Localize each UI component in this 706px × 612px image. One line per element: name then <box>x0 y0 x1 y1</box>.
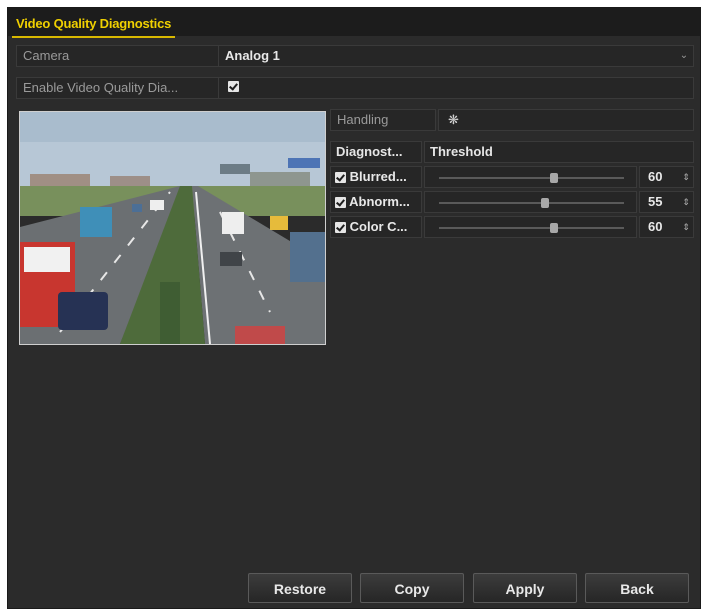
threshold-value-box[interactable]: 55 ⇕ <box>639 191 694 213</box>
copy-button[interactable]: Copy <box>360 573 464 603</box>
color-cast-label: Color C... <box>349 219 408 234</box>
header-threshold: Threshold <box>424 141 694 163</box>
tab-video-quality-diagnostics[interactable]: Video Quality Diagnostics <box>12 14 176 38</box>
handling-label: Handling <box>337 112 389 127</box>
diagnostic-row-name: Blurred... <box>330 166 422 188</box>
header-diagnostics: Diagnost... <box>330 141 422 163</box>
title-bar: Video Quality Diagnostics <box>8 8 700 38</box>
camera-select[interactable]: Analog 1 <box>225 46 665 66</box>
back-button[interactable]: Back <box>585 573 689 603</box>
slider-handle[interactable] <box>550 173 558 183</box>
threshold-slider[interactable] <box>424 191 637 213</box>
header-diagnostics-label: Diagnost... <box>336 144 403 159</box>
gear-icon[interactable]: ❋ <box>448 111 459 129</box>
apply-button[interactable]: Apply <box>473 573 577 603</box>
threshold-value-box[interactable]: 60 ⇕ <box>639 216 694 238</box>
slider-handle[interactable] <box>541 198 549 208</box>
camera-preview-image <box>19 111 326 345</box>
blurred-checkbox[interactable] <box>335 172 346 184</box>
threshold-value[interactable]: 60 <box>648 217 662 237</box>
camera-row: Camera Analog 1 ⌄ <box>16 45 694 67</box>
spinner-arrows-icon[interactable]: ⇕ <box>681 167 691 187</box>
spinner-arrows-icon[interactable]: ⇕ <box>681 192 691 212</box>
diagnostic-row-name: Abnorm... <box>330 191 422 213</box>
header-threshold-label: Threshold <box>430 144 493 159</box>
enable-label: Enable Video Quality Dia... <box>17 78 219 98</box>
video-quality-diagnostics-window: Video Quality Diagnostics Camera Analog … <box>7 7 701 609</box>
slider-track[interactable] <box>439 227 624 229</box>
slider-track[interactable] <box>439 202 624 204</box>
slider-track[interactable] <box>439 177 624 179</box>
camera-label: Camera <box>17 46 219 66</box>
threshold-value-box[interactable]: 60 ⇕ <box>639 166 694 188</box>
enable-checkbox[interactable] <box>228 81 239 93</box>
abnormal-label: Abnorm... <box>349 194 410 209</box>
diagnostic-row-name: Color C... <box>330 216 422 238</box>
threshold-slider[interactable] <box>424 216 637 238</box>
color-cast-checkbox[interactable] <box>335 222 346 234</box>
abnormal-checkbox[interactable] <box>335 197 346 209</box>
threshold-value[interactable]: 60 <box>648 167 662 187</box>
threshold-value[interactable]: 55 <box>648 192 662 212</box>
spinner-arrows-icon[interactable]: ⇕ <box>681 217 691 237</box>
threshold-slider[interactable] <box>424 166 637 188</box>
chevron-down-icon[interactable]: ⌄ <box>679 46 689 66</box>
blurred-label: Blurred... <box>349 169 407 184</box>
handling-settings-cell: ❋ <box>438 109 694 131</box>
slider-handle[interactable] <box>550 223 558 233</box>
handling-label-cell: Handling <box>330 109 436 131</box>
restore-button[interactable]: Restore <box>248 573 352 603</box>
enable-row: Enable Video Quality Dia... <box>16 77 694 99</box>
